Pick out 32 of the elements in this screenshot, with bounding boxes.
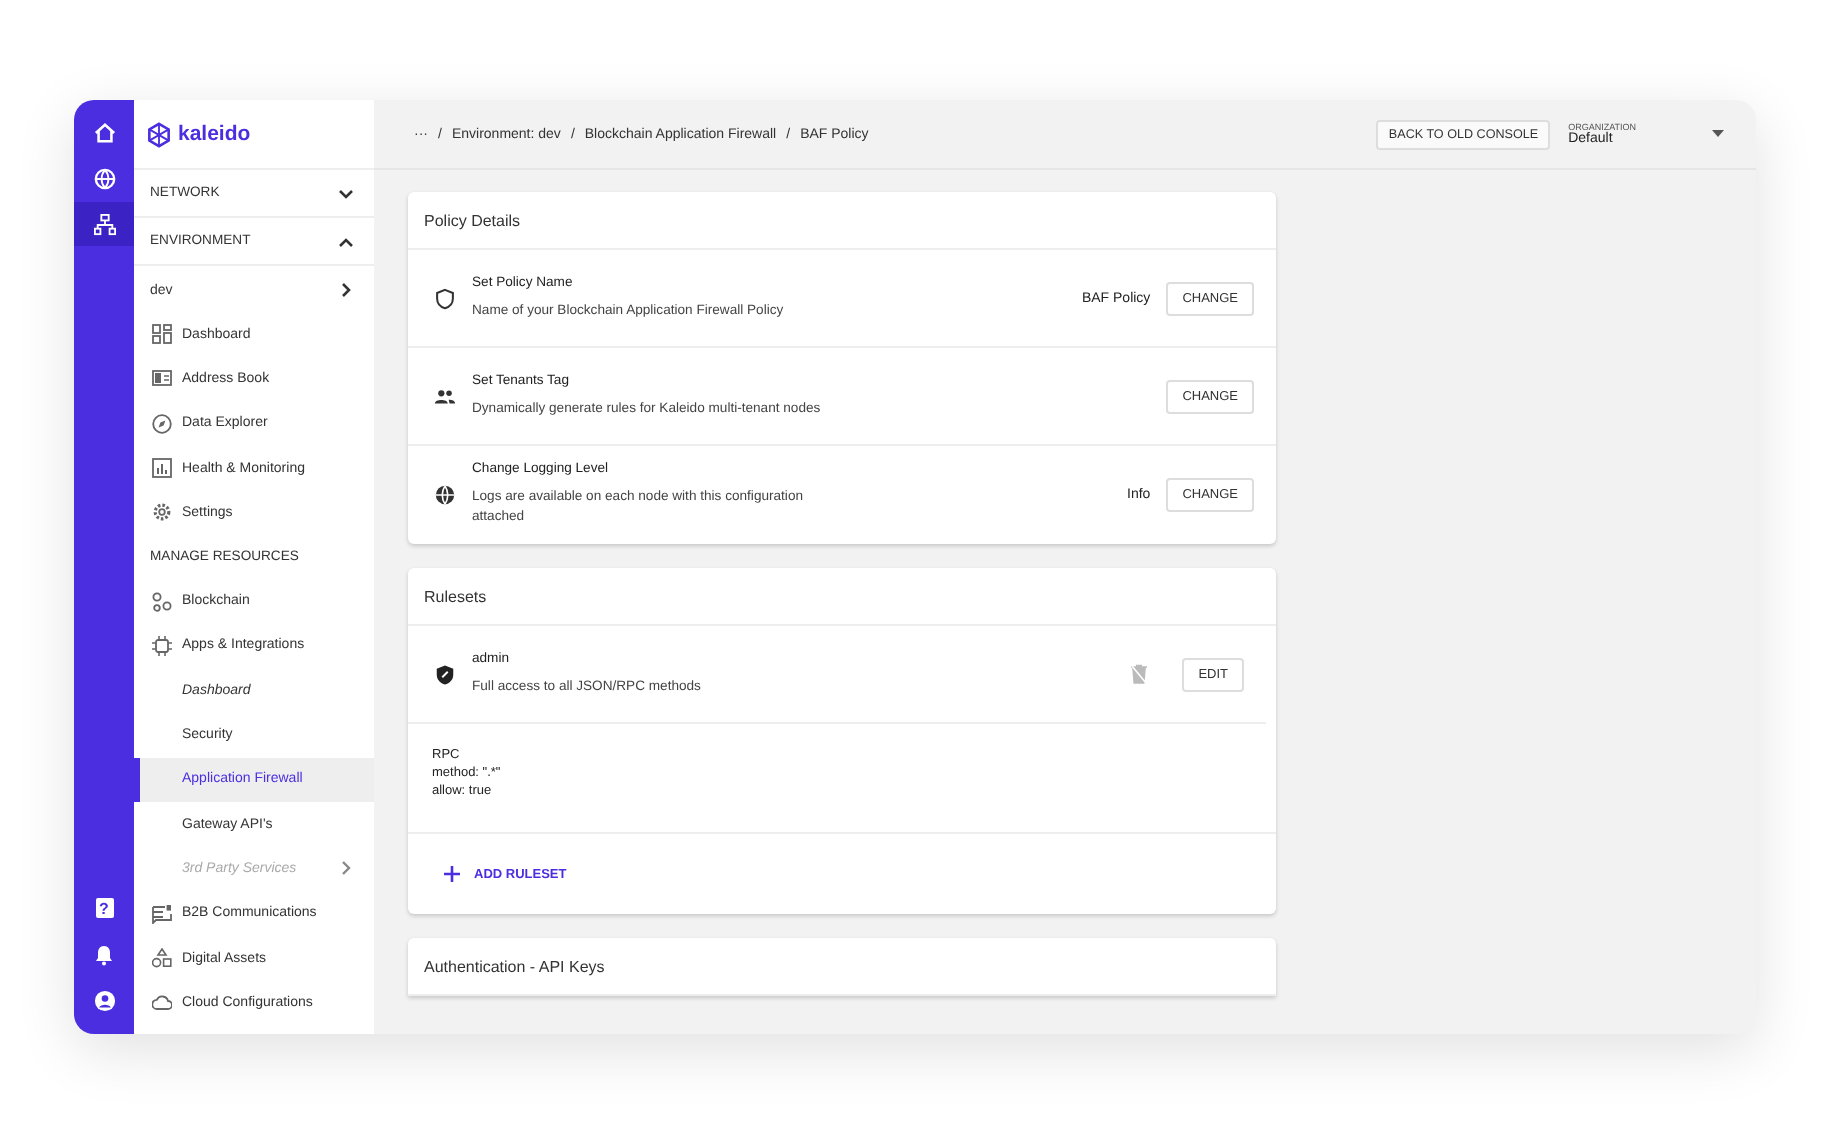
chevron-icon [340, 860, 352, 877]
logo-icon [146, 121, 172, 147]
plus-icon [444, 866, 460, 883]
card-title: Authentication - API Keys [408, 938, 1276, 997]
compass-icon [152, 413, 172, 434]
globe-icon [434, 484, 456, 506]
logo-text: kaleido [178, 122, 251, 146]
shield-icon [434, 287, 456, 309]
dashboard-icon [152, 324, 172, 345]
chip-icon [152, 635, 172, 656]
rail-button[interactable] [74, 202, 134, 246]
home-icon [93, 121, 115, 143]
chevron-icon [338, 187, 354, 199]
people-icon [434, 385, 456, 407]
blockchain-icon [152, 591, 172, 612]
shield-icon [434, 663, 456, 685]
dropdown-icon [1712, 130, 1724, 138]
user-icon [93, 989, 115, 1011]
book-icon [152, 368, 172, 389]
card-title: Policy Details [408, 192, 1276, 250]
help-button[interactable]: ? [74, 886, 134, 930]
network-icon [93, 213, 115, 235]
cloud-icon [152, 992, 172, 1013]
bell-icon [94, 943, 114, 965]
chevron-icon [340, 282, 352, 298]
gear-icon [152, 502, 172, 523]
b2b-icon [152, 903, 172, 924]
assets-icon [152, 948, 172, 968]
globe-icon [93, 167, 115, 189]
chevron-icon [338, 235, 354, 247]
chart-icon [152, 458, 172, 479]
card-title: Rulesets [408, 568, 1276, 626]
